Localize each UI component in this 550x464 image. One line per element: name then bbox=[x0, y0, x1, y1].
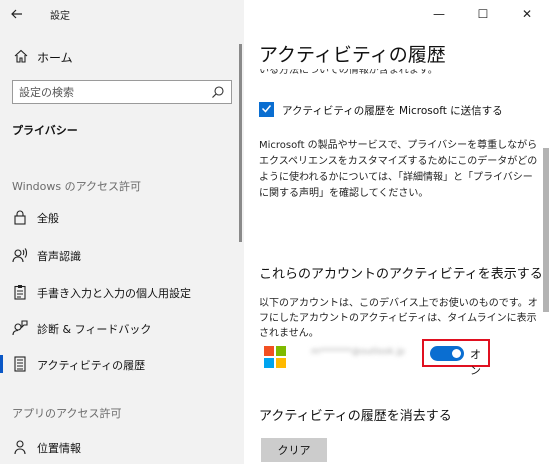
toggle-knob bbox=[452, 349, 461, 358]
sidebar-item-activity-history[interactable]: アクティビティの履歴 bbox=[0, 349, 240, 379]
app-title: 設定 bbox=[50, 11, 70, 22]
toggle-state-label: オン bbox=[470, 348, 481, 377]
truncated-text: いる方法についての情報が含まれます。 bbox=[259, 69, 438, 76]
clipboard-pen-icon bbox=[14, 285, 26, 300]
send-history-checkbox[interactable] bbox=[259, 102, 274, 117]
send-history-checkbox-row[interactable]: アクティビティの履歴を Microsoft に送信する bbox=[259, 100, 539, 120]
minimize-button[interactable]: — bbox=[424, 4, 454, 24]
sidebar-item-location[interactable]: 位置情報 bbox=[0, 432, 240, 462]
clear-button[interactable]: クリア bbox=[261, 438, 327, 462]
home-icon bbox=[14, 49, 28, 63]
microsoft-logo-icon bbox=[264, 346, 286, 368]
selected-indicator bbox=[0, 355, 3, 373]
speech-icon bbox=[12, 248, 28, 263]
sidebar-item-label: ホーム bbox=[37, 51, 73, 65]
section-label-apps: アプリのアクセス許可 bbox=[12, 407, 122, 420]
sidebar-scrollbar[interactable] bbox=[239, 44, 242, 242]
sidebar-heading: プライバシー bbox=[12, 124, 78, 137]
sidebar-item-diagnostics[interactable]: 診断 & フィードバック bbox=[0, 313, 240, 343]
arrow-left-icon bbox=[11, 9, 22, 19]
search-icon[interactable] bbox=[211, 85, 225, 99]
sidebar-item-inking[interactable]: 手書き入力と入力の個人用設定 bbox=[0, 277, 240, 307]
sidebar: 設定 ホーム プライバシー Windows のアクセス許可 全般 音声認識 手書… bbox=[0, 0, 244, 464]
back-button[interactable] bbox=[6, 4, 28, 24]
sidebar-item-label: 診断 & フィードバック bbox=[37, 323, 152, 336]
privacy-paragraph: Microsoft の製品やサービスで、プライバシーを尊重しながらエクスペリエン… bbox=[259, 140, 538, 199]
account-email: m*******@outlook.jp bbox=[311, 347, 405, 357]
window-controls: — ☐ ✕ bbox=[420, 0, 550, 28]
sidebar-item-label: 位置情報 bbox=[37, 442, 81, 455]
account-row: m*******@outlook.jp オン bbox=[259, 338, 549, 377]
checkmark-icon bbox=[261, 105, 272, 113]
lock-icon bbox=[14, 210, 26, 225]
sidebar-item-label: アクティビティの履歴 bbox=[37, 359, 146, 372]
content-pane: — ☐ ✕ アクティビティの履歴 いる方法についての情報が含まれます。 アクティ… bbox=[244, 0, 550, 464]
account-activity-toggle[interactable] bbox=[430, 346, 464, 361]
sidebar-item-label: 全般 bbox=[37, 212, 59, 225]
accounts-description: 以下のアカウントは、このデバイス上でお使いのものです。オフにしたアカウントのアク… bbox=[259, 298, 538, 339]
clear-history-heading: アクティビティの履歴を消去する bbox=[259, 409, 452, 424]
accounts-heading: これらのアカウントのアクティビティを表示する bbox=[259, 267, 543, 282]
search-box[interactable] bbox=[12, 80, 232, 104]
sidebar-item-home[interactable]: ホーム bbox=[0, 44, 240, 70]
sidebar-item-label: 手書き入力と入力の個人用設定 bbox=[37, 287, 191, 300]
sidebar-item-general[interactable]: 全般 bbox=[0, 202, 240, 232]
location-icon bbox=[14, 440, 26, 455]
section-label-windows: Windows のアクセス許可 bbox=[12, 180, 142, 193]
checkbox-label: アクティビティの履歴を Microsoft に送信する bbox=[282, 105, 503, 117]
content-scrollbar[interactable] bbox=[543, 148, 549, 312]
close-button[interactable]: ✕ bbox=[512, 4, 542, 24]
sidebar-item-label: 音声認識 bbox=[37, 250, 81, 263]
page-title: アクティビティの履歴 bbox=[259, 44, 446, 66]
activity-history-icon bbox=[14, 356, 26, 372]
feedback-icon bbox=[12, 320, 28, 336]
sidebar-item-speech[interactable]: 音声認識 bbox=[0, 240, 240, 270]
highlight-box: オン bbox=[422, 339, 490, 377]
maximize-button[interactable]: ☐ bbox=[468, 4, 498, 24]
titlebar-left: 設定 bbox=[0, 0, 244, 28]
search-input[interactable] bbox=[19, 84, 199, 100]
